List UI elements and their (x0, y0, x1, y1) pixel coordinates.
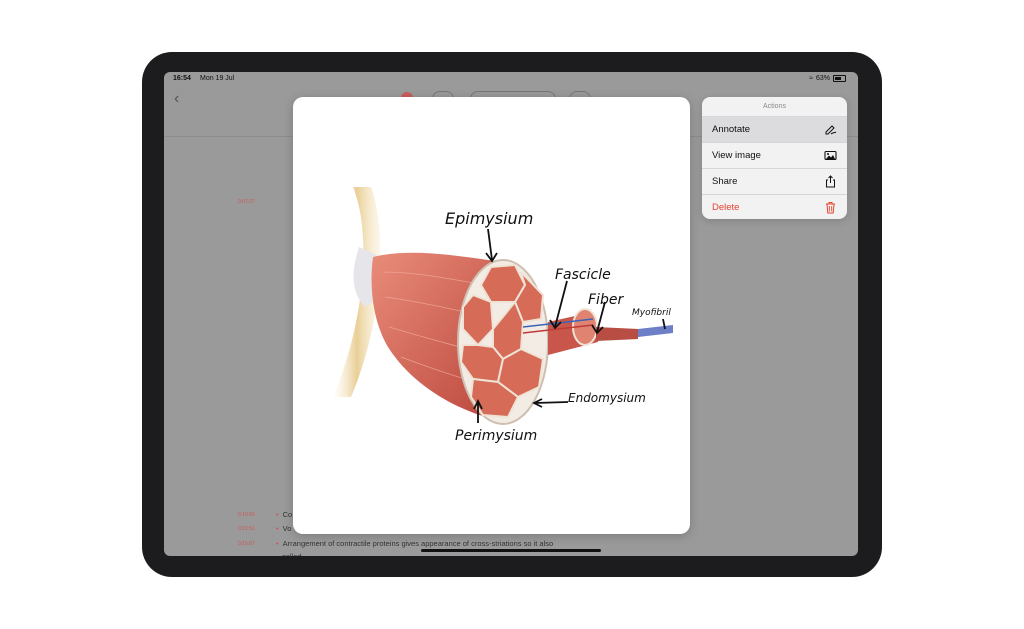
wifi-icon: ≈ (809, 75, 813, 82)
share-icon (826, 175, 835, 188)
note-timestamp[interactable]: 0:10:50 (238, 512, 255, 518)
image-icon (824, 150, 837, 161)
note-text: Vo (282, 524, 292, 533)
label-epimysium: Epimysium (445, 209, 533, 228)
menu-item-label: Share (712, 176, 738, 187)
share-menu-item[interactable]: Share (702, 169, 847, 195)
note-text: Co (282, 510, 293, 519)
battery-icon (833, 75, 846, 82)
menu-item-label: Delete (712, 202, 740, 213)
status-bar: 16:54 Mon 19 Jul ≈ 63% (164, 72, 858, 86)
actions-menu: Actions Annotate View image Share Delete (702, 97, 847, 219)
label-myofibril: Myofibril (632, 308, 671, 318)
label-endomysium: Endomysium (568, 391, 646, 405)
note-line[interactable]: • Co (276, 510, 292, 519)
label-fascicle: Fascicle (555, 267, 611, 283)
annotate-icon (825, 125, 837, 135)
battery-percent: 63% (815, 75, 830, 82)
note-timestamp[interactable]: 0:07:27 (238, 199, 255, 205)
trash-icon (826, 202, 835, 214)
annotate-menu-item[interactable]: Annotate (702, 117, 847, 143)
note-text: Arrangement of contractile proteins give… (282, 539, 554, 548)
note-timestamp[interactable]: 0:15:07 (238, 541, 255, 547)
actions-menu-header: Actions (702, 97, 847, 117)
menu-item-label: Annotate (712, 124, 751, 135)
note-timestamp[interactable]: 0:12:51 (238, 526, 255, 532)
myofibril-strand (638, 325, 673, 337)
label-perimysium: Perimysium (455, 428, 537, 444)
note-line[interactable]: • Arrangement of contractile proteins giv… (276, 539, 553, 548)
fiber-extension (596, 327, 638, 341)
note-line[interactable]: called (282, 552, 302, 556)
label-fiber: Fiber (588, 292, 624, 308)
delete-menu-item[interactable]: Delete (702, 195, 847, 219)
status-date: Mon 19 Jul (200, 75, 235, 82)
status-time: 16:54 (173, 75, 191, 82)
view-image-menu-item[interactable]: View image (702, 143, 847, 169)
note-line[interactable]: • Vo (276, 524, 291, 533)
image-preview[interactable]: Epimysium Fascicle Fiber Myofibril Endom… (293, 97, 690, 534)
home-indicator (421, 549, 601, 552)
muscle-diagram: Epimysium Fascicle Fiber Myofibril Endom… (333, 187, 673, 444)
note-text: called (282, 552, 302, 556)
status-right: ≈ 63% (809, 75, 846, 82)
menu-item-label: View image (712, 150, 761, 161)
back-chevron-icon[interactable]: ‹ (174, 90, 179, 108)
